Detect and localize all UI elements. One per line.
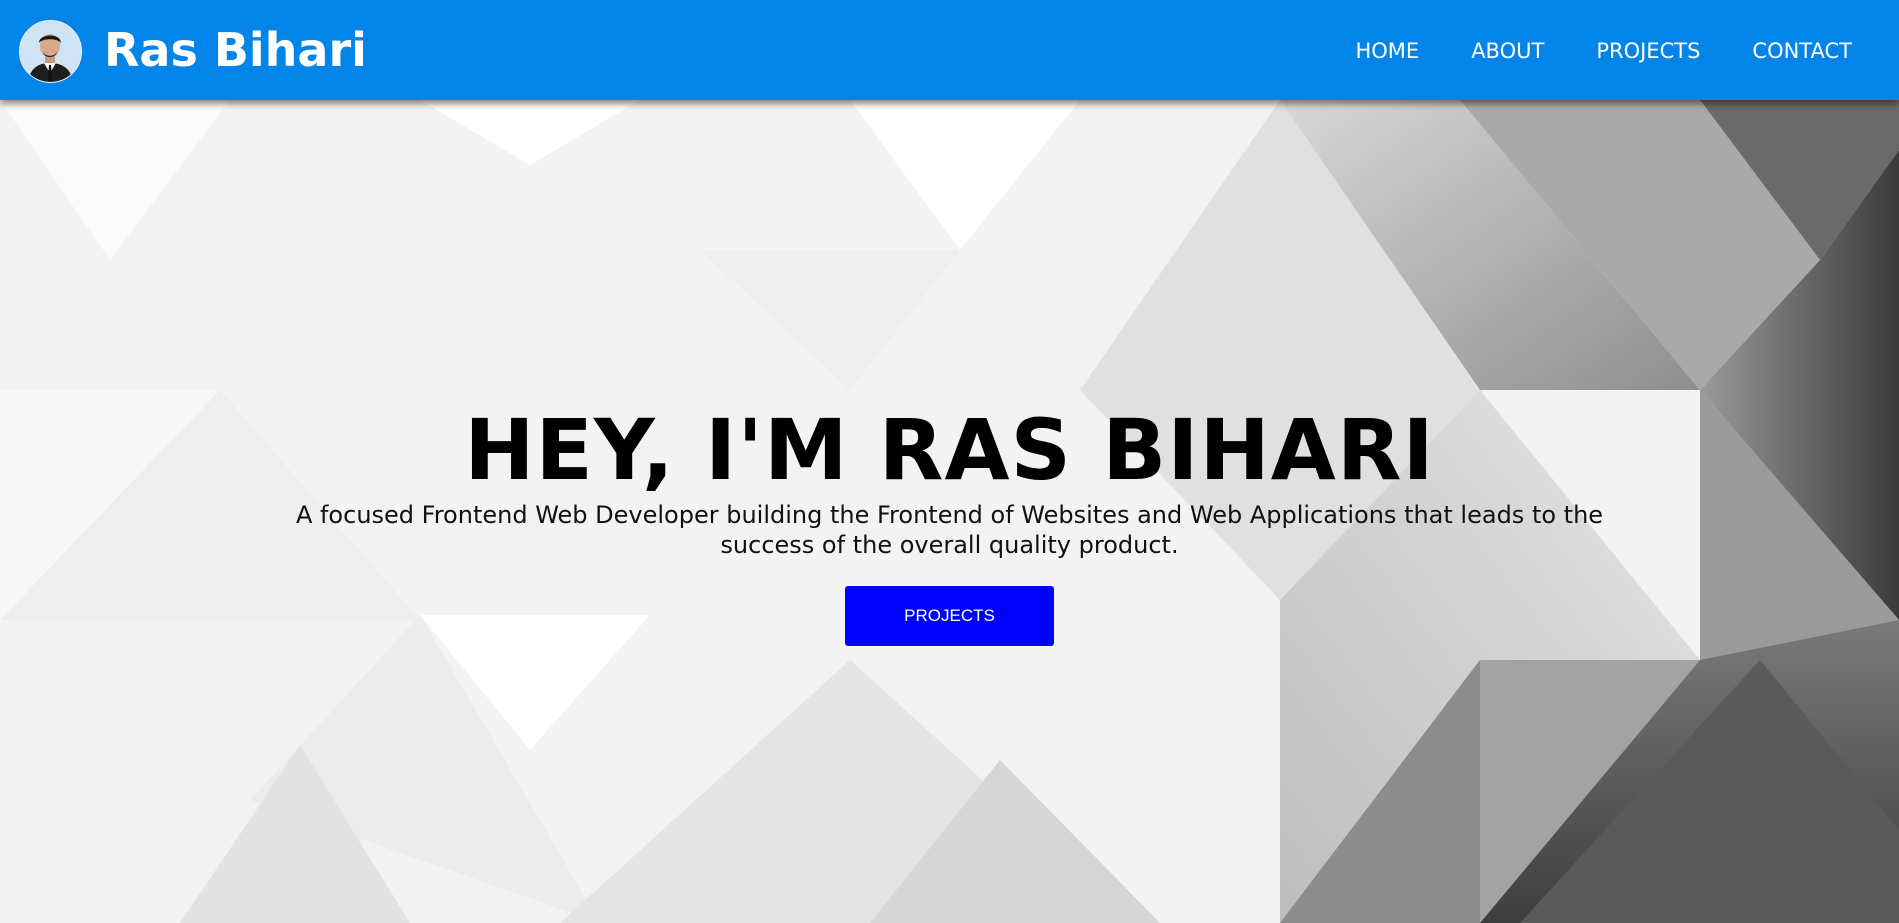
profile-photo-icon [20, 21, 81, 82]
projects-button[interactable]: PROJECTS [845, 586, 1054, 646]
nav-link-projects[interactable]: PROJECTS [1596, 36, 1700, 66]
nav-link-about[interactable]: ABOUT [1471, 36, 1544, 66]
nav-links: HOME ABOUT PROJECTS CONTACT [1303, 36, 1852, 66]
hero-section: HEY, I'M RAS BIHARI A focused Frontend W… [0, 100, 1899, 923]
brand-name[interactable]: Ras Bihari [104, 22, 367, 78]
avatar[interactable] [19, 20, 82, 83]
page: Ras Bihari HOME ABOUT PROJECTS CONTACT H… [0, 0, 1899, 923]
hero-title: HEY, I'M RAS BIHARI [464, 401, 1435, 499]
nav-link-home[interactable]: HOME [1355, 36, 1419, 66]
hero-subtitle: A focused Frontend Web Developer buildin… [295, 501, 1604, 559]
nav-link-contact[interactable]: CONTACT [1752, 36, 1852, 66]
navbar: Ras Bihari HOME ABOUT PROJECTS CONTACT [0, 0, 1899, 100]
